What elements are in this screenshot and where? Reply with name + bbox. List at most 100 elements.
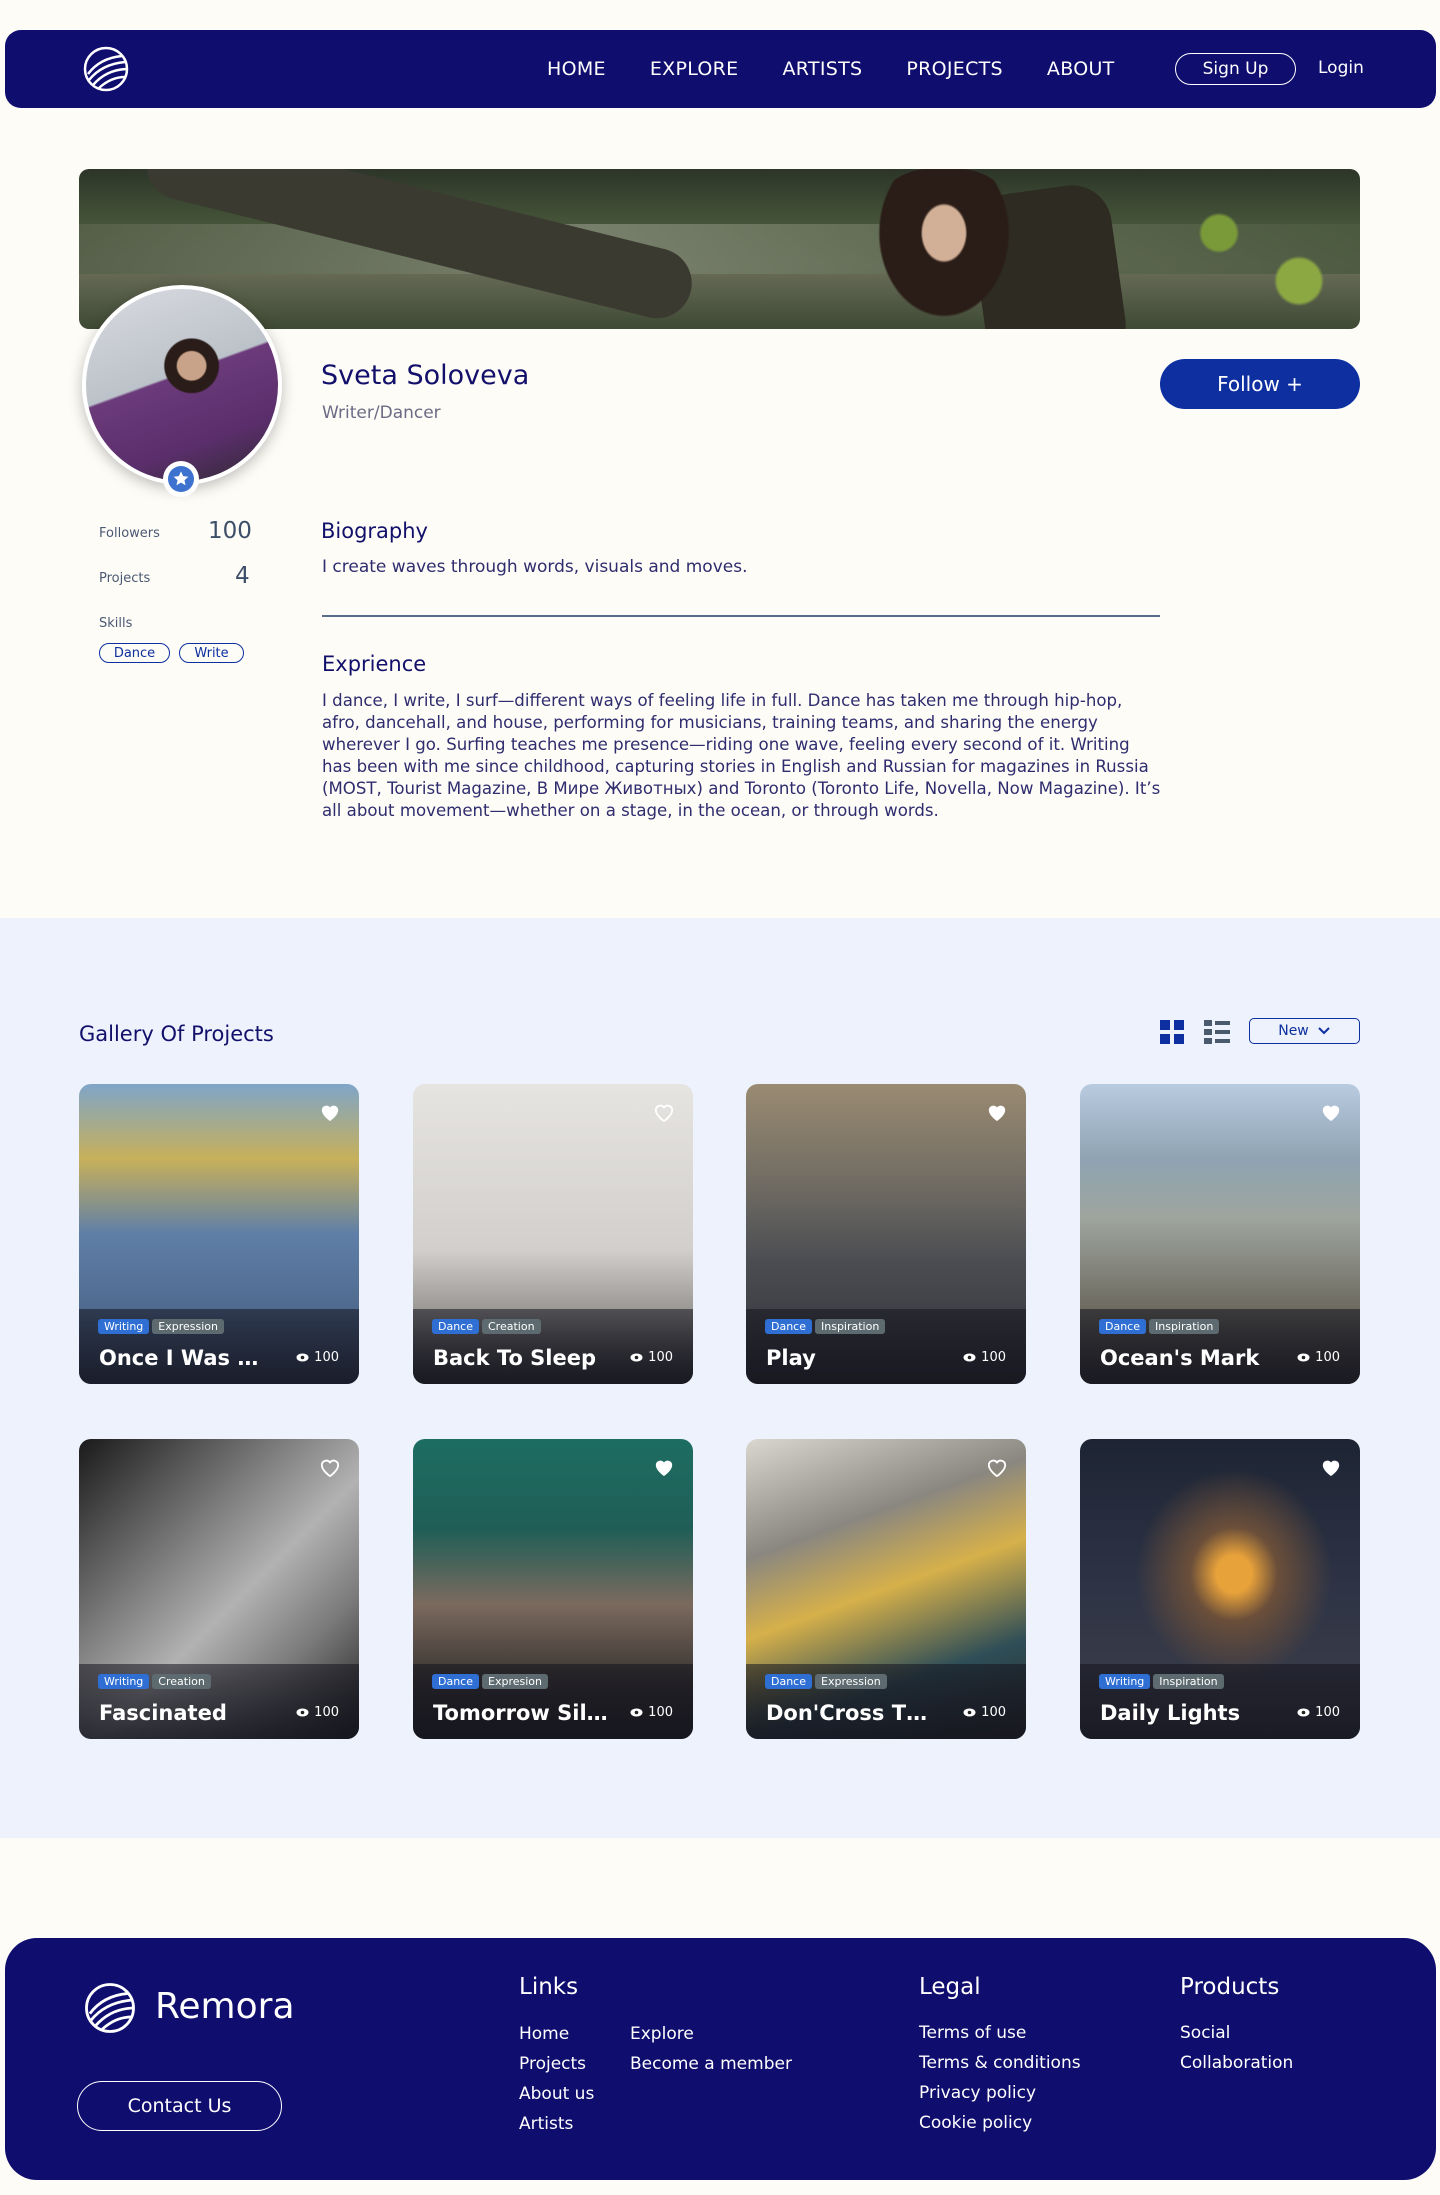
card-title: Tomorrow Silver <box>433 1701 608 1725</box>
card-tag: Inspiration <box>815 1319 886 1334</box>
profile-role: Writer/Dancer <box>322 403 441 423</box>
project-card[interactable]: Dance Creation Back To Sleep 100 <box>413 1084 693 1384</box>
card-tag: Creation <box>482 1319 541 1334</box>
card-tag: Expression <box>815 1674 887 1689</box>
footer: Remora Contact Us Links Home Projects Ab… <box>5 1938 1436 2180</box>
skills-label: Skills <box>99 616 133 631</box>
wave-logo-icon[interactable] <box>80 44 132 94</box>
footer-link-privacy[interactable]: Privacy policy <box>919 2083 1036 2103</box>
divider <box>322 615 1160 617</box>
card-title: Play <box>766 1346 816 1370</box>
card-title: Ocean's Mark <box>1100 1346 1260 1370</box>
card-views: 100 <box>648 1350 673 1365</box>
eye-icon <box>963 1708 976 1717</box>
cover-banner-image <box>79 169 1360 329</box>
project-card[interactable]: Writing Expression Once I Was B... 100 <box>79 1084 359 1384</box>
card-tag: Dance <box>1099 1319 1146 1334</box>
project-card[interactable]: Writing Inspiration Daily Lights 100 <box>1080 1439 1360 1739</box>
card-tag: Dance <box>432 1319 479 1334</box>
card-tag: Dance <box>432 1674 479 1689</box>
card-views: 100 <box>314 1350 339 1365</box>
sort-dropdown[interactable]: New <box>1249 1018 1360 1044</box>
project-card[interactable]: Dance Inspiration Ocean's Mark 100 <box>1080 1084 1360 1384</box>
products-heading: Products <box>1180 1974 1280 2000</box>
footer-link-collaboration[interactable]: Collaboration <box>1180 2053 1293 2073</box>
card-views: 100 <box>1315 1350 1340 1365</box>
footer-link-about[interactable]: About us <box>519 2084 594 2104</box>
followers-label: Followers <box>99 526 160 541</box>
avatar <box>82 285 282 485</box>
card-tag: Inspiration <box>1153 1674 1224 1689</box>
heart-icon[interactable] <box>653 1102 675 1122</box>
chevron-down-icon <box>1318 1027 1330 1035</box>
eye-icon <box>296 1353 309 1362</box>
card-views: 100 <box>1315 1705 1340 1720</box>
card-views: 100 <box>314 1705 339 1720</box>
footer-link-cookie[interactable]: Cookie policy <box>919 2113 1032 2133</box>
follow-button[interactable]: Follow + <box>1160 359 1360 409</box>
heart-icon[interactable] <box>986 1102 1008 1122</box>
eye-icon <box>296 1708 309 1717</box>
card-title: Daily Lights <box>1100 1701 1241 1725</box>
project-card[interactable]: Dance Inspiration Play 100 <box>746 1084 1026 1384</box>
grid-view-icon[interactable] <box>1160 1020 1184 1044</box>
card-views: 100 <box>981 1705 1006 1720</box>
profile-name: Sveta Soloveva <box>321 360 530 391</box>
footer-link-explore[interactable]: Explore <box>630 2024 694 2044</box>
card-views: 100 <box>648 1705 673 1720</box>
card-tag: Creation <box>152 1674 211 1689</box>
card-tag: Writing <box>98 1674 150 1689</box>
contact-us-button[interactable]: Contact Us <box>77 2081 282 2131</box>
nav-explore[interactable]: EXPLORE <box>650 58 739 80</box>
footer-link-home[interactable]: Home <box>519 2024 569 2044</box>
heart-icon[interactable] <box>1320 1457 1342 1477</box>
star-icon <box>168 466 194 492</box>
card-views: 100 <box>981 1350 1006 1365</box>
eye-icon <box>630 1708 643 1717</box>
heart-icon[interactable] <box>319 1102 341 1122</box>
skill-tag-dance[interactable]: Dance <box>99 643 170 663</box>
card-title: Don'Cross Th... <box>766 1701 941 1725</box>
heart-icon[interactable] <box>1320 1102 1342 1122</box>
biography-text: I create waves through words, visuals an… <box>322 557 748 577</box>
footer-link-terms-of-use[interactable]: Terms of use <box>919 2023 1026 2043</box>
heart-icon[interactable] <box>319 1457 341 1477</box>
nav-projects[interactable]: PROJECTS <box>906 58 1003 80</box>
gallery-title: Gallery Of Projects <box>79 1022 274 1046</box>
nav-about[interactable]: ABOUT <box>1047 58 1115 80</box>
project-card[interactable]: Dance Expression Don'Cross Th... 100 <box>746 1439 1026 1739</box>
footer-link-projects[interactable]: Projects <box>519 2054 586 2074</box>
main-nav: HOME EXPLORE ARTISTS PROJECTS ABOUT <box>547 58 1159 80</box>
nav-artists[interactable]: ARTISTS <box>783 58 863 80</box>
heart-icon[interactable] <box>986 1457 1008 1477</box>
card-tag: Expresion <box>482 1674 548 1689</box>
heart-icon[interactable] <box>653 1457 675 1477</box>
signup-button[interactable]: Sign Up <box>1175 53 1296 85</box>
footer-link-become-member[interactable]: Become a member <box>630 2054 792 2074</box>
sort-label: New <box>1278 1023 1309 1039</box>
card-tag: Writing <box>1099 1674 1151 1689</box>
footer-brand: Remora <box>155 1986 295 2027</box>
links-heading: Links <box>519 1974 579 2000</box>
eye-icon <box>1297 1708 1310 1717</box>
project-card[interactable]: Writing Creation Fascinated 100 <box>79 1439 359 1739</box>
skill-tag-write[interactable]: Write <box>179 643 244 663</box>
star-badge <box>163 461 199 497</box>
nav-home[interactable]: HOME <box>547 58 606 80</box>
eye-icon <box>963 1353 976 1362</box>
card-tag: Writing <box>98 1319 150 1334</box>
footer-link-terms-conditions[interactable]: Terms & conditions <box>919 2053 1081 2073</box>
wave-logo-icon[interactable] <box>80 1980 140 2036</box>
top-nav-bar: HOME EXPLORE ARTISTS PROJECTS ABOUT Sign… <box>5 30 1436 108</box>
footer-link-artists[interactable]: Artists <box>519 2114 573 2134</box>
projects-label: Projects <box>99 571 151 586</box>
list-view-icon[interactable] <box>1204 1020 1230 1044</box>
experience-heading: Exprience <box>322 652 427 676</box>
login-link[interactable]: Login <box>1318 58 1364 78</box>
card-tag: Inspiration <box>1149 1319 1220 1334</box>
followers-count: 100 <box>208 518 252 544</box>
experience-text: I dance, I write, I surf—different ways … <box>322 691 1161 820</box>
projects-count: 4 <box>235 563 250 589</box>
footer-link-social[interactable]: Social <box>1180 2023 1230 2043</box>
project-card[interactable]: Dance Expresion Tomorrow Silver 100 <box>413 1439 693 1739</box>
